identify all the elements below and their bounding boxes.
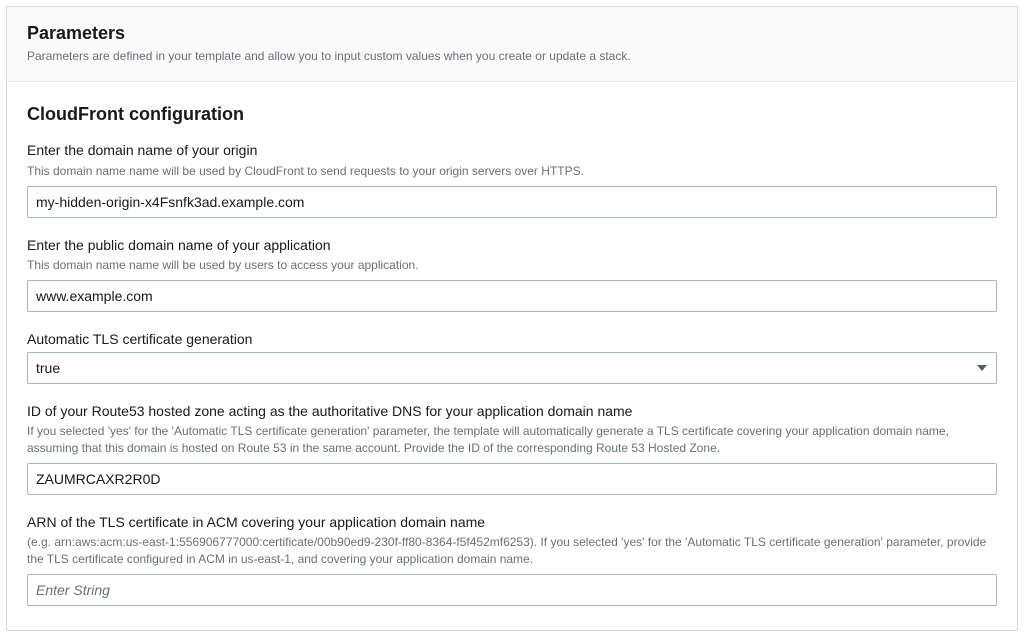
- section-title: CloudFront configuration: [27, 102, 997, 127]
- field-label: ID of your Route53 hosted zone acting as…: [27, 402, 997, 422]
- field-label: Automatic TLS certificate generation: [27, 330, 997, 350]
- field-public-domain: Enter the public domain name of your app…: [27, 236, 997, 312]
- field-hint: This domain name name will be used by Cl…: [27, 163, 997, 180]
- auto-tls-select[interactable]: true: [27, 352, 997, 384]
- field-hint: This domain name name will be used by us…: [27, 257, 997, 274]
- field-label: Enter the domain name of your origin: [27, 141, 997, 161]
- field-label: Enter the public domain name of your app…: [27, 236, 997, 256]
- origin-domain-input[interactable]: [27, 186, 997, 218]
- field-cert-arn: ARN of the TLS certificate in ACM coveri…: [27, 513, 997, 606]
- hosted-zone-input[interactable]: [27, 463, 997, 495]
- panel-title: Parameters: [27, 21, 997, 46]
- field-origin-domain: Enter the domain name of your origin Thi…: [27, 141, 997, 217]
- field-auto-tls: Automatic TLS certificate generation tru…: [27, 330, 997, 384]
- field-hosted-zone: ID of your Route53 hosted zone acting as…: [27, 402, 997, 495]
- parameters-panel: Parameters Parameters are defined in you…: [6, 6, 1018, 631]
- field-hint: (e.g. arn:aws:acm:us-east-1:556906777000…: [27, 534, 997, 568]
- cert-arn-input[interactable]: [27, 574, 997, 606]
- public-domain-input[interactable]: [27, 280, 997, 312]
- panel-header: Parameters Parameters are defined in you…: [7, 7, 1017, 82]
- panel-body: CloudFront configuration Enter the domai…: [7, 82, 1017, 630]
- select-wrapper: true: [27, 352, 997, 384]
- panel-description: Parameters are defined in your template …: [27, 48, 997, 65]
- field-hint: If you selected 'yes' for the 'Automatic…: [27, 423, 997, 457]
- field-label: ARN of the TLS certificate in ACM coveri…: [27, 513, 997, 533]
